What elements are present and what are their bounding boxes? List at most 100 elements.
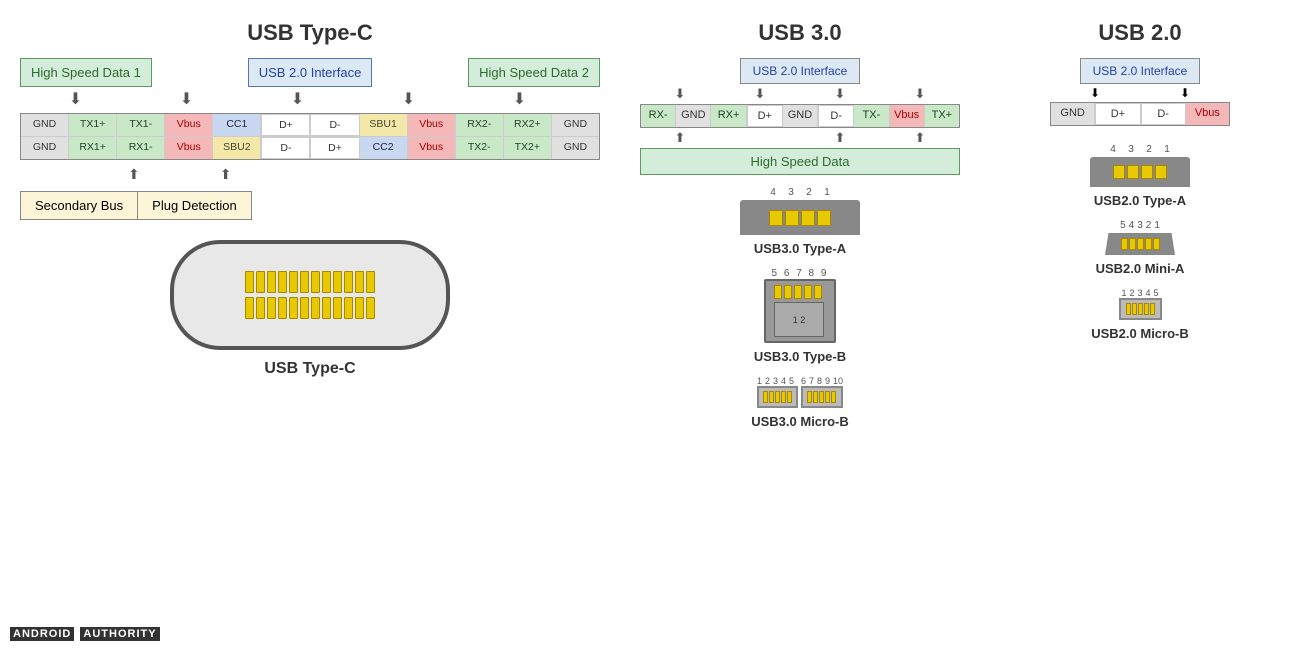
usb20-typea-item: 4 3 2 1 USB2.0 Type-A: [1000, 144, 1280, 208]
mbp-7: [813, 391, 818, 403]
mb2p-1: [1126, 303, 1131, 315]
microb-part-left: 12345: [757, 376, 798, 408]
tc-pin-18: [300, 297, 309, 319]
p20-dm: D-: [1141, 103, 1186, 125]
pin-r2-rx1m: RX1-: [117, 137, 165, 159]
usb20-typea-shape: [1090, 157, 1190, 187]
microb-right-body: [801, 386, 843, 408]
usb20-section: USB 2.0 USB 2.0 Interface ⬇ ⬇ GND D+ D- …: [990, 10, 1290, 640]
pin-r1-vbus2: Vbus: [408, 114, 456, 136]
tap-1: [769, 210, 783, 226]
microb-part-right: 678910: [801, 376, 843, 408]
arru30-3: ⬆: [835, 130, 846, 146]
mbp-9: [825, 391, 830, 403]
usb30-typea-shape: [740, 200, 860, 235]
pn-2: 2: [800, 187, 818, 198]
ma2p-3: [1137, 238, 1144, 250]
arrow-down-3: ⬇: [291, 90, 304, 110]
main-container: USB Type-C High Speed Data 1 USB 2.0 Int…: [0, 0, 1304, 650]
tc-pin-14: [256, 297, 265, 319]
usb30-typea-label: USB3.0 Type-A: [754, 241, 846, 256]
tc-pin-11: [355, 271, 364, 293]
usb30-microb-item: 12345 678910: [620, 376, 980, 429]
pn20-4: 4: [1104, 144, 1122, 155]
pin-r2-dm: D-: [261, 137, 310, 159]
p20-gnd: GND: [1051, 103, 1095, 125]
p30-rxm: RX-: [641, 105, 676, 127]
arru30-1: ⬆: [675, 130, 686, 146]
tbtp-5: [814, 285, 822, 299]
usb30-section: USB 3.0 USB 2.0 Interface ⬇ ⬇ ⬇ ⬇ RX- GN…: [610, 10, 990, 640]
pin-r1-vbus1: Vbus: [165, 114, 213, 136]
tc-pin-8: [322, 271, 331, 293]
arr20-1: ⬇: [1090, 86, 1100, 100]
mbp-5: [787, 391, 792, 403]
pin-r2-gnd2: GND: [552, 137, 599, 159]
usb30-arrows-up: ⬆ ⬆ ⬆ ⬆: [640, 130, 960, 146]
arrow-down-1: ⬇: [69, 90, 82, 110]
pn20-2: 2: [1140, 144, 1158, 155]
p30-rxp: RX+: [711, 105, 746, 127]
mbp-4: [781, 391, 786, 403]
arr30-1: ⬇: [675, 86, 686, 102]
mbp-2: [769, 391, 774, 403]
pn-3: 3: [782, 187, 800, 198]
pin-r2-dp: D+: [310, 137, 359, 159]
typec-top-arrows: ⬇ ⬇ ⬇ ⬇ ⬇: [20, 90, 575, 110]
usb30-typeb-shape: 1 2: [764, 279, 836, 343]
tbtp-3: [794, 285, 802, 299]
tc-pin-5: [289, 271, 298, 293]
pin-r2-rx1p: RX1+: [69, 137, 117, 159]
pin-r1-dm: D-: [310, 114, 359, 136]
usb30-typea-pin-numbers: 4 3 2 1: [764, 187, 836, 198]
typeb-top-pins-row: [774, 285, 826, 299]
ma2p-2: [1129, 238, 1136, 250]
arrow-down-2: ⬇: [180, 90, 193, 110]
pin-r2-vbus2: Vbus: [408, 137, 456, 159]
mbp-10: [831, 391, 836, 403]
mb2p-2: [1132, 303, 1137, 315]
p30-gnd1: GND: [676, 105, 711, 127]
pin-r2-vbus1: Vbus: [165, 137, 213, 159]
mbp-8: [819, 391, 824, 403]
tc-pin-17: [289, 297, 298, 319]
microb-left-numbers: 12345: [757, 376, 798, 386]
tc-pin-10: [344, 271, 353, 293]
mbp-6: [807, 391, 812, 403]
usb30-arrows-down: ⬇ ⬇ ⬇ ⬇: [640, 86, 960, 102]
pin-r1-rx2m: RX2-: [456, 114, 504, 136]
mbp-1: [763, 391, 768, 403]
arru30-4: ⬆: [915, 130, 926, 146]
typec-group-hs2: High Speed Data 2: [468, 58, 600, 87]
usb20-microb-item: 12345 USB2.0 Micro-B: [1000, 288, 1280, 341]
typec-group-usb2: USB 2.0 Interface: [248, 58, 373, 87]
pin-r1-gnd2: GND: [552, 114, 599, 136]
mb2p-5: [1150, 303, 1155, 315]
tc-pin-1: [245, 271, 254, 293]
usb30-pin-row-wrapper: RX- GND RX+ D+ GND D- TX- Vbus TX+: [640, 104, 960, 128]
usb30-microb-label: USB3.0 Micro-B: [751, 414, 849, 429]
arrow-down-5: ⬇: [513, 90, 526, 110]
pin-r2-gnd: GND: [21, 137, 69, 159]
typec-pin-strip-bottom: [245, 297, 375, 319]
arrow-down-4: ⬇: [402, 90, 415, 110]
ta2p-3: [1141, 165, 1153, 179]
tc-pin-24: [366, 297, 375, 319]
usb20-minia-shape: [1105, 233, 1175, 255]
pin-r1-tx1m: TX1-: [117, 114, 165, 136]
tc-pin-6: [300, 271, 309, 293]
mb2p-3: [1138, 303, 1143, 315]
usb20-minia-label: USB2.0 Mini-A: [1096, 261, 1185, 276]
tap-2: [785, 210, 799, 226]
usb30-title: USB 3.0: [620, 20, 980, 46]
pin-r2-tx2p: TX2+: [504, 137, 552, 159]
tc-pin-16: [278, 297, 287, 319]
p30-txp: TX+: [925, 105, 959, 127]
typec-title: USB Type-C: [20, 20, 600, 46]
arr20-2: ⬇: [1180, 86, 1190, 100]
typec-connector-shape: [170, 240, 450, 350]
ta2p-1: [1113, 165, 1125, 179]
secondary-row: Secondary Bus Plug Detection: [20, 191, 600, 220]
watermark: ANDROID AUTHORITY: [10, 628, 162, 640]
usb30-hs-data-box: High Speed Data: [640, 148, 960, 175]
